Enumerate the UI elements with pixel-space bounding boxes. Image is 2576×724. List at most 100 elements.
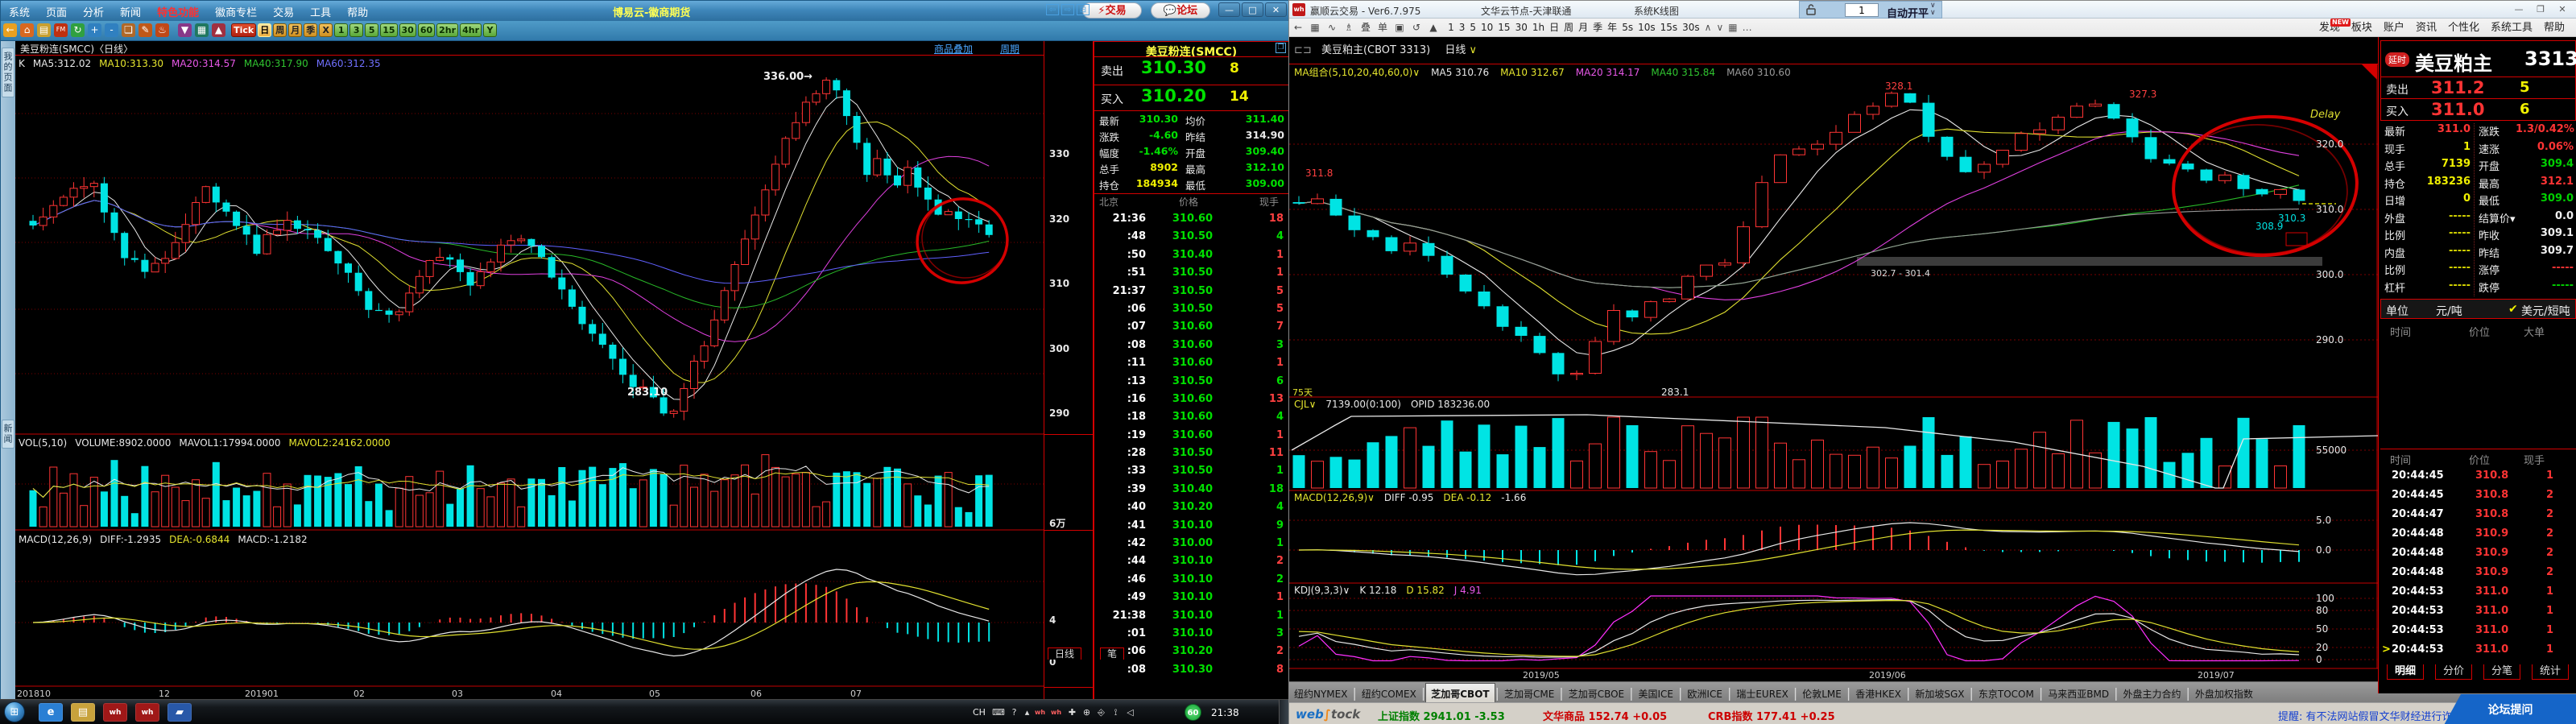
quote-tab-明细[interactable]: 明细 [2387, 664, 2424, 680]
period-3[interactable]: 3 [1459, 20, 1466, 35]
layers-icon[interactable]: ❏ [122, 23, 135, 37]
menu-徽商专栏[interactable]: 徽商专栏 [207, 1, 265, 19]
tray-badge-60[interactable]: 60 [1185, 704, 1201, 721]
lock-icon[interactable] [1806, 4, 1816, 15]
period-1[interactable]: 1 [334, 23, 348, 37]
draw-icon[interactable]: ✎ [139, 23, 152, 37]
maximize-icon[interactable]: ❐ [1276, 43, 1286, 53]
trade-button[interactable]: ⚡交易 [1082, 2, 1142, 19]
side-tab-我的页面[interactable]: 我的页面 [2, 48, 14, 97]
trade-row[interactable]: 20:44:47310.82 [2380, 508, 2576, 527]
menu-板块[interactable]: 板块 [2351, 19, 2372, 37]
quote-tab-分价[interactable]: 分价 [2435, 664, 2472, 680]
menu-新闻[interactable]: 新闻 [112, 1, 149, 19]
trade-row[interactable]: >20:44:53311.01 [2380, 643, 2576, 663]
period-30[interactable]: 30 [399, 23, 416, 37]
volume-icon[interactable]: ◁ [1124, 706, 1136, 718]
side-tab-新闻[interactable]: 新闻 [2, 420, 14, 449]
nav-right-icon[interactable]: ⇨ [1061, 4, 1074, 15]
link-icon[interactable]: ⊏⊐ [1294, 44, 1312, 56]
toolbar-nav[interactable]: ∧ [1705, 20, 1712, 35]
period-周[interactable]: 周 [1564, 20, 1573, 35]
trade-row[interactable]: :40310.204 [1094, 501, 1288, 519]
show-desktop-button[interactable] [1279, 700, 1288, 724]
menu-特色功能[interactable]: 特色功能 [149, 1, 207, 19]
toolbar-nav[interactable]: ▦ [1728, 20, 1737, 35]
language-indicator[interactable]: CH [973, 707, 986, 718]
period-30s[interactable]: 30s [1682, 20, 1700, 35]
period-5[interactable]: 5 [365, 23, 378, 37]
trade-row[interactable]: 20:44:53311.01 [2380, 585, 2576, 605]
quote-tab-统计[interactable]: 统计 [2532, 664, 2569, 680]
period-4hr[interactable]: 4hr [460, 23, 482, 37]
buy-price[interactable]: 310.20 [1141, 86, 1206, 105]
flame-icon[interactable]: ♨ [155, 23, 169, 37]
tab-daily[interactable]: 日线 [1048, 647, 1081, 660]
quote-tab-分笔[interactable]: 分笔 [2483, 664, 2520, 680]
save-icon[interactable]: ▣ [1392, 20, 1407, 35]
maximize-button[interactable]: □ [1242, 2, 1263, 17]
pobo-icon[interactable]: ▰ [167, 703, 192, 722]
trade-row[interactable]: 20:44:45310.82 [2380, 489, 2576, 508]
quote-board-icon[interactable]: ▤ [37, 23, 51, 37]
trade-row[interactable]: :01310.103 [1094, 627, 1288, 645]
minimize-button[interactable]: — [1218, 2, 1240, 17]
period-10[interactable]: 10 [1481, 20, 1493, 35]
refresh-icon[interactable]: ↻ [71, 23, 85, 37]
trend-icon[interactable]: ▲ [212, 23, 225, 37]
home-icon[interactable]: ⌂ [20, 23, 34, 37]
forum-button[interactable]: 💬论坛 [1151, 2, 1210, 19]
period-5[interactable]: 5 [1470, 20, 1476, 35]
period-Y[interactable]: Y [483, 23, 497, 37]
table-icon[interactable]: ▦ [195, 23, 209, 37]
trade-row[interactable]: 20:44:48310.92 [2380, 566, 2576, 585]
trade-row[interactable]: :19310.601 [1094, 429, 1288, 447]
menu-个性化[interactable]: 个性化 [2448, 19, 2479, 37]
period-dropdown-icon[interactable]: ∨ [1470, 44, 1478, 56]
kline-icon[interactable]: ♗ [1342, 20, 1356, 35]
period-60[interactable]: 60 [418, 23, 435, 37]
menu-交易[interactable]: 交易 [265, 1, 302, 19]
order-icon[interactable]: 单 [1375, 20, 1390, 35]
trade-row[interactable]: :33310.501 [1094, 465, 1288, 482]
wh6-tray-icon[interactable]: wh [1034, 706, 1046, 718]
refresh-icon[interactable]: ↺ [1409, 20, 1424, 35]
trade-row[interactable]: :06310.505 [1094, 303, 1288, 321]
trade-row[interactable]: :08310.308 [1094, 664, 1288, 681]
indicator-icon[interactable]: ▲ [1426, 20, 1441, 35]
zoom-in-icon[interactable]: + [88, 23, 101, 37]
period-日[interactable]: 日 [258, 23, 271, 37]
trade-row[interactable]: :41310.109 [1094, 519, 1288, 537]
ie-icon[interactable]: e [39, 703, 63, 722]
trade-row[interactable]: 20:44:53311.01 [2380, 624, 2576, 643]
period-季[interactable]: 季 [304, 23, 317, 37]
sell-row[interactable]: 卖出 311.2 5 [2380, 77, 2576, 99]
trade-row[interactable]: 20:44:53311.01 [2380, 605, 2576, 624]
trade-row[interactable]: :07310.607 [1094, 321, 1288, 338]
trade-row[interactable]: 21:37310.505 [1094, 285, 1288, 303]
trade-row[interactable]: :42310.001 [1094, 537, 1288, 555]
menu-帮助[interactable]: 帮助 [2544, 19, 2565, 37]
network-icon[interactable]: ⟟ [1110, 706, 1122, 718]
period-5s[interactable]: 5s [1622, 20, 1633, 35]
trades-list[interactable]: 21:36310.6018:48310.504:50310.401:51310.… [1094, 213, 1288, 681]
trade-row[interactable]: 20:44:48310.92 [2380, 527, 2576, 547]
trade-row[interactable]: :18310.604 [1094, 411, 1288, 428]
overlay-link[interactable]: 商品叠加 [934, 42, 973, 56]
explorer-icon[interactable]: ▤ [71, 703, 95, 722]
board-icon[interactable]: ▦ [1308, 20, 1322, 35]
keyboard-icon[interactable]: ⌨ [992, 706, 1004, 718]
wh6-icon[interactable]: wh [135, 703, 159, 722]
trade-row[interactable]: :13310.506 [1094, 375, 1288, 393]
help-icon[interactable]: ? [1008, 706, 1020, 718]
right-candlestick-chart[interactable]: 311.8328.1327.3310.3302.7 - 301.4283.175… [1289, 64, 2378, 669]
left-chart-area[interactable]: 美豆粉连(SMCC)〈日线〉 商品叠加 周期 KMA5:312.02MA10:3… [15, 41, 1044, 700]
trade-row[interactable]: :48310.504 [1094, 230, 1288, 248]
line-chart-icon[interactable]: ∿ [1325, 20, 1339, 35]
trade-row[interactable]: :16310.6013 [1094, 393, 1288, 411]
menu-系统工具[interactable]: 系统工具 [2491, 19, 2533, 37]
tab-ticks[interactable]: 笔 [1100, 647, 1124, 660]
period-X[interactable]: X [319, 23, 333, 37]
chevron-down-icon[interactable]: ∨∨ [1930, 2, 1936, 17]
period-3[interactable]: 3 [349, 23, 363, 37]
